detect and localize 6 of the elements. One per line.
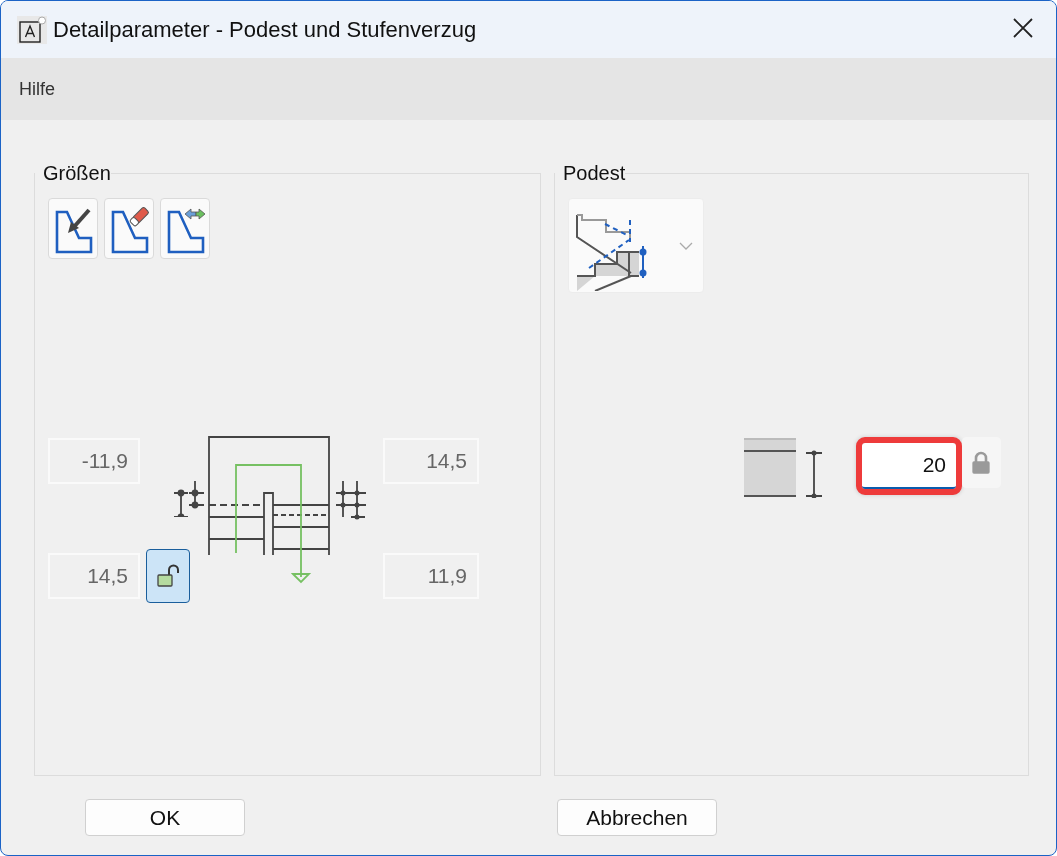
group-title: Podest [562, 162, 626, 185]
cancel-button[interactable]: Abbrechen [557, 799, 717, 836]
window-title: Detailparameter - Podest und Stufenverzug [53, 16, 477, 43]
ok-button[interactable]: OK [85, 799, 245, 836]
menu-item[interactable]: Hilfe [19, 78, 55, 100]
group-title: Größen [42, 162, 111, 185]
